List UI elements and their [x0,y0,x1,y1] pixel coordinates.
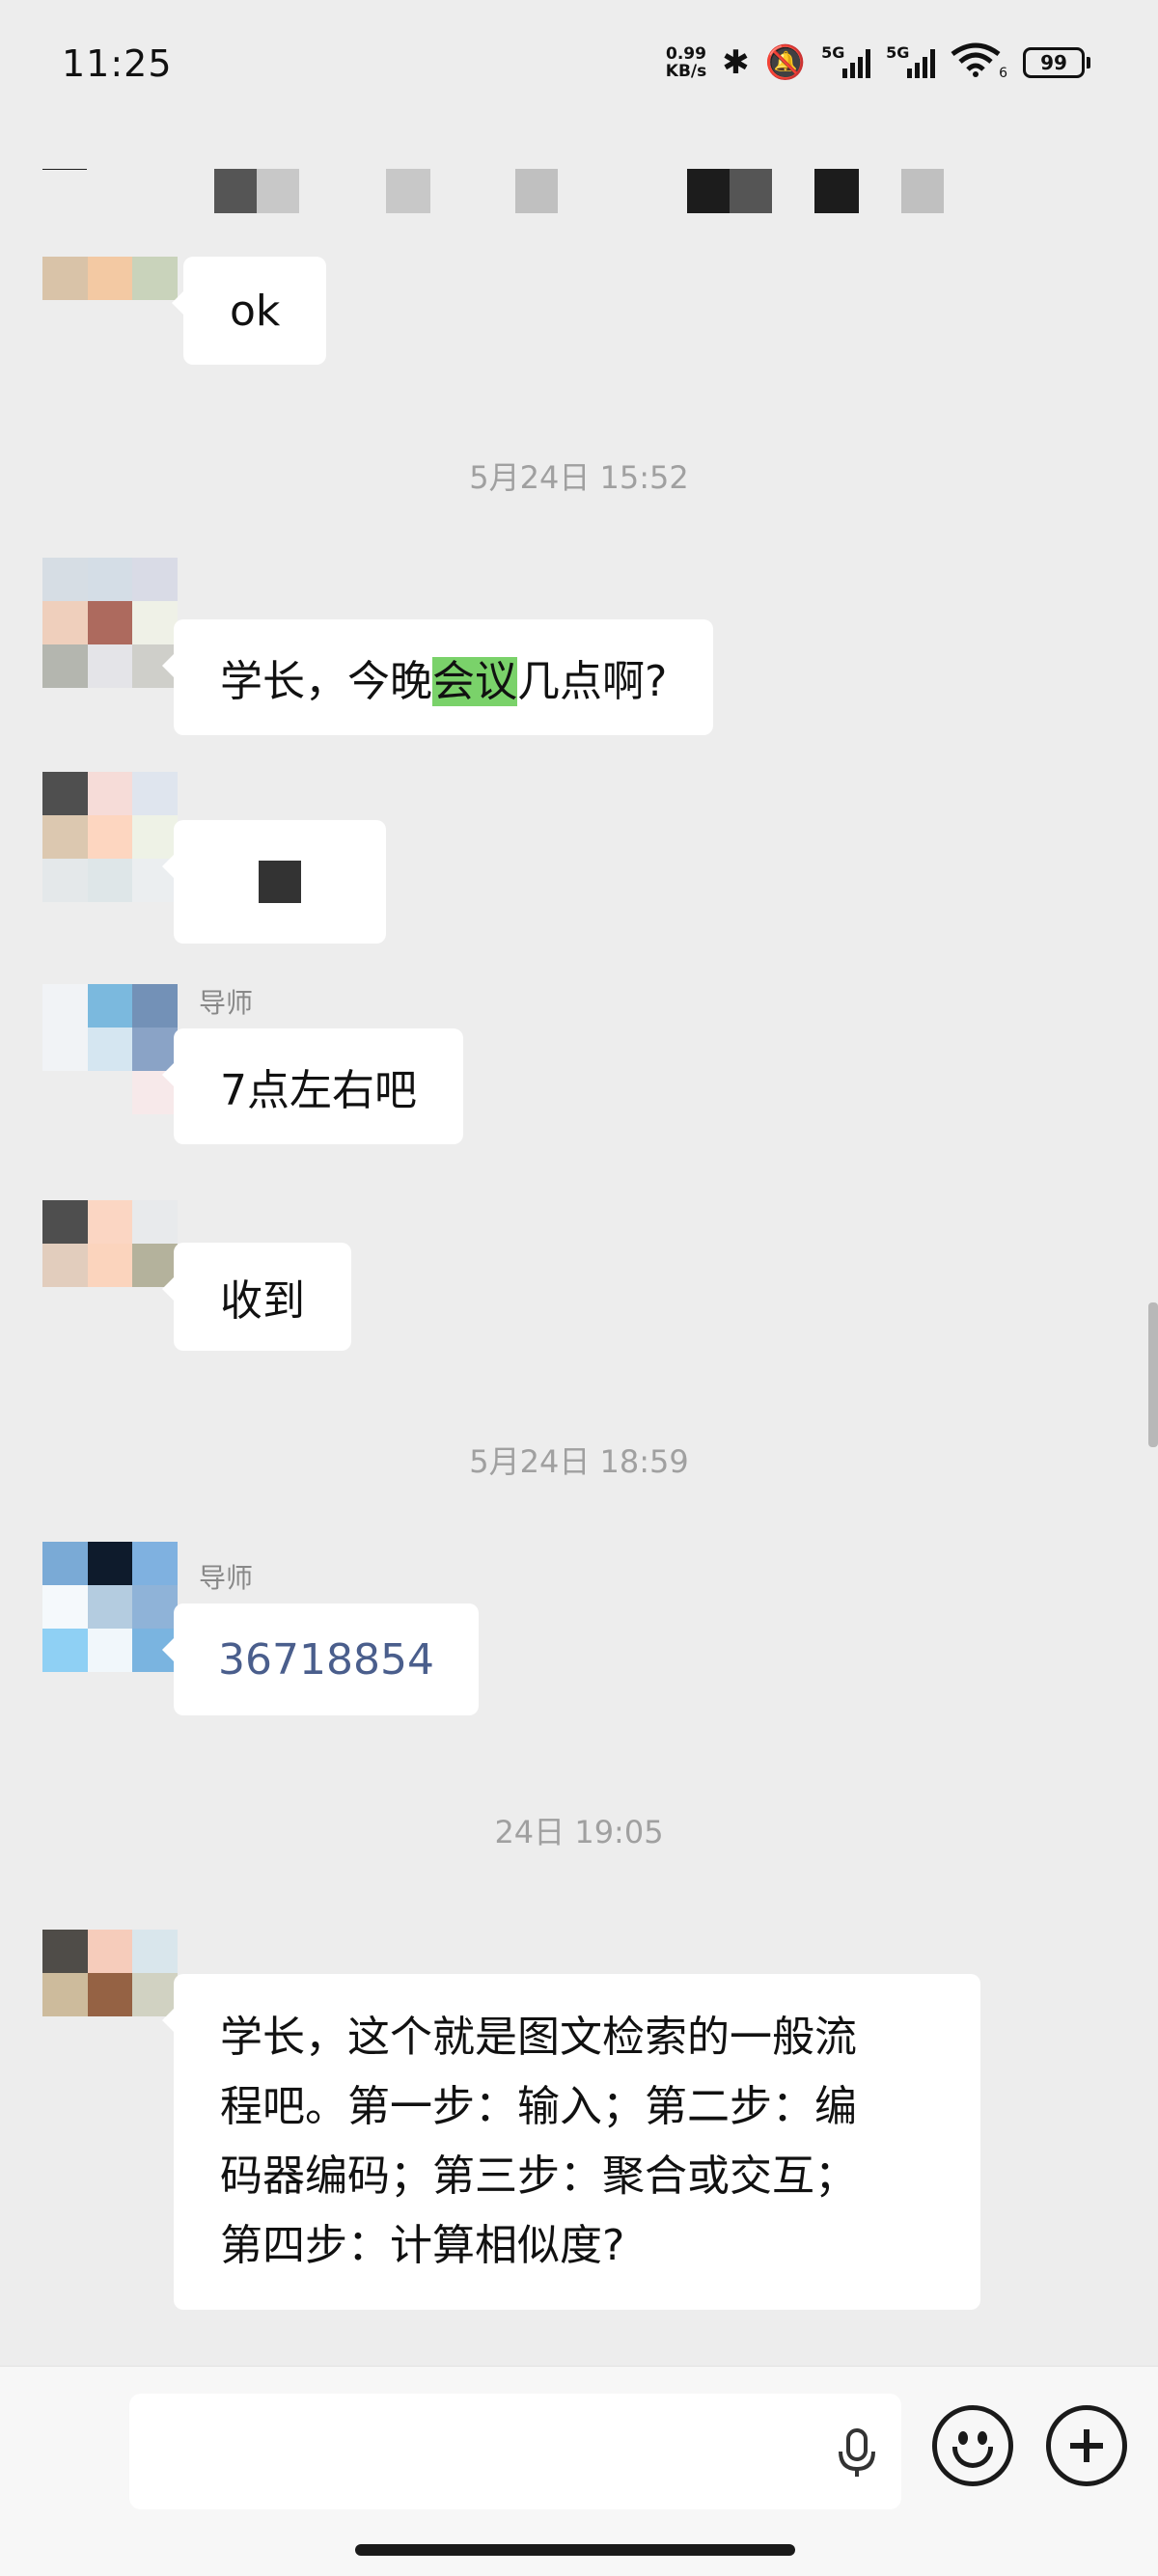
avatar[interactable] [42,558,178,688]
status-icons: 0.99 KB/s ✱ 🔕 5G 5G 6 99 [666,42,1090,83]
emoji-eye [978,2431,987,2445]
battery-icon: 99 [1023,47,1090,78]
message-text-part: 几点啊? [517,657,668,706]
message-text-part: 学长，今晚 [220,657,432,706]
sender-name: 导师 [199,987,254,1019]
bluetooth-icon: ✱ [722,43,750,82]
message-text: 收到 [220,1276,305,1326]
emoji-eye [958,2431,968,2445]
status-time: 11:25 [62,42,173,85]
message-text: 学长，今晚会议几点啊? [220,646,667,708]
network-speed-unit: KB/s [665,62,707,81]
message-bubble[interactable]: 学长，这个就是图文检索的一般流 程吧。第一步：输入；第二步：编 码器编码；第三步… [162,1974,980,2310]
emoji-mouth [952,2447,993,2468]
message-input[interactable] [129,2394,901,2509]
sim2-label: 5G [886,43,910,62]
avatar[interactable] [42,984,178,1114]
sim1-signal-icon: 5G [821,43,871,78]
plus-button[interactable] [1046,2405,1127,2486]
message-bubble[interactable]: ok [171,257,327,365]
wifi-icon [951,42,1001,83]
message-line: 学长，这个就是图文检索的一般流 [220,2013,857,2062]
bell-muted-icon: 🔕 [764,43,807,82]
message-bubble-censored[interactable] [162,820,386,944]
message-line: 第四步：计算相似度? [220,2221,625,2270]
battery-level: 99 [1023,47,1085,78]
highlighted-keyword[interactable]: 会议 [432,657,517,706]
avatar[interactable] [42,1200,178,1330]
timestamp: 5月24日 15:52 [469,459,689,496]
sim2-signal-icon: 5G [886,43,936,78]
scrollbar[interactable] [1148,1302,1158,1447]
microphone-icon[interactable] [836,2428,878,2479]
network-speed-value: 0.99 [666,44,706,64]
message-text: ok [230,286,281,336]
timestamp: 5月24日 18:59 [469,1443,689,1480]
message-text: 7点左右吧 [220,1066,417,1115]
timestamp: 24日 19:05 [494,1814,664,1850]
avatar[interactable] [42,1542,178,1672]
sim1-label: 5G [821,43,845,62]
status-bar: 11:25 0.99 KB/s ✱ 🔕 5G 5G 6 99 [0,0,1158,125]
wifi-label: 6 [999,66,1007,81]
phone-number-link[interactable]: 36718854 [218,1635,434,1685]
home-indicator[interactable] [355,2544,795,2556]
avatar[interactable] [42,1930,178,2060]
emoji-button[interactable] [932,2405,1013,2486]
message-bubble[interactable]: 收到 [162,1243,351,1351]
message-bubble[interactable]: 7点左右吧 [162,1028,463,1144]
sender-name: 导师 [199,1562,254,1594]
avatar[interactable] [42,170,178,300]
censored-content [259,861,301,903]
message-line: 程吧。第一步：输入；第二步：编 [220,2082,857,2131]
message-bubble[interactable]: 36718854 [162,1603,479,1715]
avatar[interactable] [42,772,178,902]
network-speed: 0.99 KB/s [666,45,706,80]
message-line: 码器编码；第三步：聚合或交互； [220,2151,857,2201]
message-bubble[interactable]: 学长，今晚会议几点啊? [161,619,714,735]
